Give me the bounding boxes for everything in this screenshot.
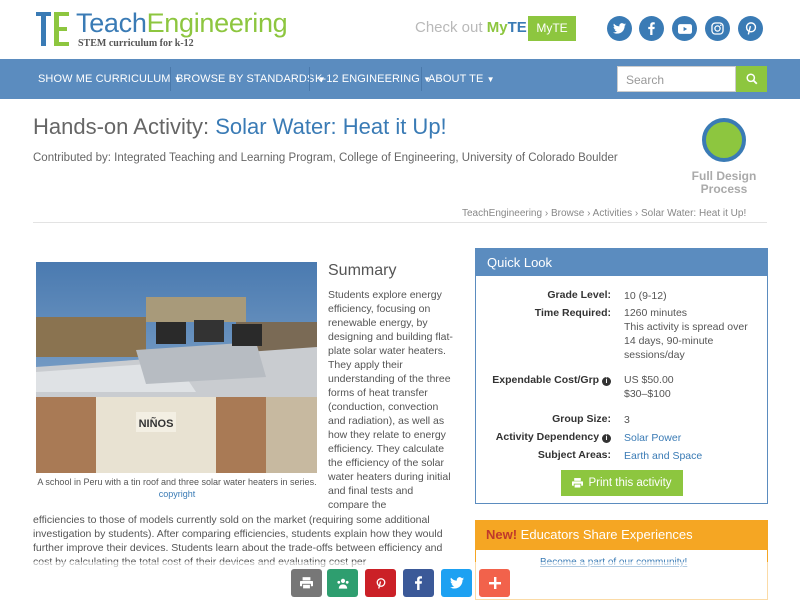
group-size-label: Group Size: xyxy=(552,413,611,425)
youtube-icon[interactable] xyxy=(672,16,697,41)
breadcrumb-current[interactable]: Solar Water: Heat it Up! xyxy=(641,208,746,219)
subject-areas-label: Subject Areas: xyxy=(537,449,611,461)
nav-divider xyxy=(170,67,171,91)
checkout-my: My xyxy=(486,19,508,36)
print-label: Print this activity xyxy=(588,477,672,489)
design-process-icon[interactable] xyxy=(702,118,746,162)
site-logo[interactable]: TeachEngineering xyxy=(76,8,288,39)
nav-about-te[interactable]: ABOUT TE ▼ xyxy=(428,73,495,85)
quick-look-panel: Quick Look Grade Level: 10 (9-12) Time R… xyxy=(475,248,768,504)
subject-areas-link[interactable]: Earth and Space xyxy=(624,449,702,463)
instagram-icon[interactable] xyxy=(705,16,730,41)
print-share-icon[interactable] xyxy=(291,569,322,597)
nav-label: K-12 ENGINEERING xyxy=(315,73,420,85)
checkout-te: TE xyxy=(507,19,527,36)
contributed-by: Contributed by: Integrated Teaching and … xyxy=(33,152,618,164)
info-icon[interactable]: i xyxy=(602,434,611,443)
twitter-icon[interactable] xyxy=(607,16,632,41)
nav-divider xyxy=(421,67,422,91)
caret-down-icon: ▼ xyxy=(486,75,495,84)
share-bar xyxy=(0,562,800,600)
grade-level-value: 10 (9-12) xyxy=(624,290,667,302)
nav-label: ABOUT TE xyxy=(428,73,484,85)
summary-text-continued: efficiencies to those of models currentl… xyxy=(33,514,443,568)
checkout-prefix: Check out xyxy=(415,19,487,36)
quick-look-title: Quick Look xyxy=(476,249,767,276)
facebook-share-icon[interactable] xyxy=(403,569,434,597)
pinterest-icon[interactable] xyxy=(738,16,763,41)
activity-dependency-label: Activity Dependency i xyxy=(476,431,611,443)
breadcrumb-activities[interactable]: Activities xyxy=(593,208,632,219)
summary-text: Students explore energy efficiency, focu… xyxy=(328,289,453,511)
fdp-line2: Process xyxy=(700,182,748,196)
search-input[interactable]: Search xyxy=(617,66,736,92)
activity-photo[interactable]: NIÑOS xyxy=(36,262,317,473)
search-icon xyxy=(745,73,757,85)
time-required-label: Time Required: xyxy=(534,307,611,319)
title-prefix: Hands-on Activity: xyxy=(33,114,216,139)
activity-dependency-link[interactable]: Solar Power xyxy=(624,431,681,445)
time-minutes: 1260 minutes xyxy=(624,307,688,319)
expendable-cost-value: US $50.00 $30–$100 xyxy=(624,373,674,401)
photo-caption: A school in Peru with a tin roof and thr… xyxy=(37,477,317,487)
logo-text-engineering: Engineering xyxy=(146,8,288,38)
dependency-label-text: Activity Dependency xyxy=(495,431,600,443)
more-share-icon[interactable] xyxy=(479,569,510,597)
expendable-cost-label: Expendable Cost/Grp i xyxy=(476,374,611,386)
new-badge: New! xyxy=(486,527,518,542)
cost-range: $30–$100 xyxy=(624,388,671,400)
educators-share-header: New! Educators Share Experiences xyxy=(475,520,768,550)
group-size-value: 3 xyxy=(624,414,630,426)
print-activity-button[interactable]: Print this activity xyxy=(561,470,683,496)
logo-subtitle: STEM curriculum for k-12 xyxy=(78,38,194,49)
printer-icon xyxy=(572,478,584,488)
design-process-label[interactable]: Full Design Process xyxy=(680,170,768,196)
nav-browse-by-standards[interactable]: BROWSE BY STANDARDS ▼ xyxy=(176,73,326,85)
google-classroom-icon[interactable] xyxy=(327,569,358,597)
summary-heading: Summary xyxy=(328,262,397,279)
breadcrumb: TeachEngineering › Browse › Activities ›… xyxy=(462,208,746,219)
nav-label: BROWSE BY STANDARDS xyxy=(176,73,315,85)
twitter-share-icon[interactable] xyxy=(441,569,472,597)
teachengineering-logo-icon[interactable] xyxy=(36,12,70,46)
divider xyxy=(33,222,767,223)
breadcrumb-browse[interactable]: Browse xyxy=(551,208,584,219)
nav-divider xyxy=(309,67,310,91)
cost-label-text: Expendable Cost/Grp xyxy=(492,374,600,386)
title-main: Solar Water: Heat it Up! xyxy=(215,114,447,139)
time-required-value: 1260 minutes This activity is spread ove… xyxy=(624,306,759,362)
nav-k12-engineering[interactable]: K-12 ENGINEERING ▼ xyxy=(315,73,431,85)
time-note: This activity is spread over 14 days, 90… xyxy=(624,321,748,361)
checkout-myte-text: Check out MyTE xyxy=(415,19,527,36)
facebook-icon[interactable] xyxy=(639,16,664,41)
myte-button[interactable]: MyTE xyxy=(528,16,576,41)
logo-text-teach: Teach xyxy=(76,8,147,38)
educators-title: Educators Share Experiences xyxy=(517,527,693,542)
nav-label: SHOW ME CURRICULUM xyxy=(38,73,171,85)
photo-sign-text: NIÑOS xyxy=(139,417,174,430)
search-button[interactable] xyxy=(736,66,767,92)
grade-level-label: Grade Level: xyxy=(547,289,611,301)
page-title: Hands-on Activity: Solar Water: Heat it … xyxy=(33,114,447,140)
pinterest-share-icon[interactable] xyxy=(365,569,396,597)
nav-show-me-curriculum[interactable]: SHOW ME CURRICULUM ▼ xyxy=(38,73,182,85)
copyright-link[interactable]: copyright xyxy=(36,489,318,499)
cost-value: US $50.00 xyxy=(624,374,674,386)
info-icon[interactable]: i xyxy=(602,377,611,386)
breadcrumb-home[interactable]: TeachEngineering xyxy=(462,208,542,219)
